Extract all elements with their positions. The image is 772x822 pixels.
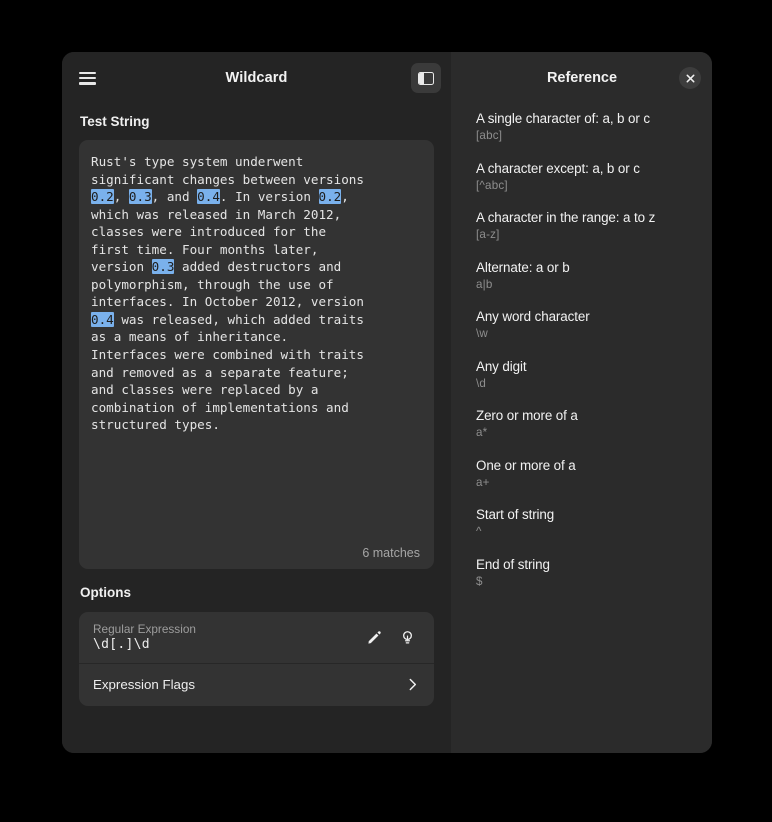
- pencil-icon: [367, 630, 381, 644]
- reference-item-title: Start of string: [476, 507, 555, 522]
- reference-item-syntax: [abc]: [476, 129, 503, 142]
- expression-flags-label: Expression Flags: [93, 677, 195, 692]
- reference-item-title: Any digit: [476, 358, 527, 374]
- options-card: Regular Expression \d[.]\d Expression Fl…: [79, 612, 434, 706]
- reference-item-title: End of string: [476, 556, 550, 572]
- reference-item-title: A single character of: a, b or c: [476, 111, 650, 126]
- reference-item-syntax: a*: [476, 426, 488, 439]
- reference-item-syntax: $: [476, 574, 483, 588]
- reference-item-title: A character in the range: a to z: [476, 210, 656, 225]
- reference-header: Reference: [452, 52, 712, 104]
- reference-item-syntax: \w: [476, 327, 488, 340]
- hamburger-icon: [78, 71, 96, 85]
- page-title: Wildcard: [225, 70, 288, 86]
- main-panel: Wildcard Test String Rust's type system …: [62, 52, 452, 753]
- sidebar-toggle-icon: [418, 71, 434, 85]
- reference-item-syntax: [^abc]: [476, 178, 508, 192]
- reference-panel: Reference A single character of: a, b or…: [452, 52, 712, 753]
- reference-item-syntax: [a-z]: [476, 228, 500, 241]
- sidebar-toggle-button[interactable]: [411, 63, 441, 93]
- reference-item-syntax: \d: [476, 376, 487, 390]
- reference-item-syntax: a+: [476, 475, 490, 489]
- reference-item-title: Zero or more of a: [476, 408, 578, 423]
- regex-match-highlight: 0.3: [128, 189, 152, 205]
- test-string-segment: . In version: [219, 189, 319, 205]
- edit-regex-button[interactable]: [361, 624, 387, 650]
- reference-item[interactable]: A character except: a, b or c [^abc]: [476, 160, 712, 193]
- options-label: Options: [80, 585, 131, 600]
- reference-item-title: Alternate: a or b: [476, 259, 570, 275]
- reference-item[interactable]: Start of string ^: [476, 506, 712, 539]
- regex-field-label: Regular Expression: [93, 622, 196, 636]
- test-string-segment: ,: [113, 189, 129, 205]
- regex-match-highlight: 0.4: [197, 189, 220, 205]
- reference-item-syntax: a|b: [476, 277, 493, 291]
- test-string-input[interactable]: Rust's type system underwent significant…: [91, 153, 424, 434]
- regex-input[interactable]: \d[.]\d: [93, 637, 354, 652]
- menu-button[interactable]: [72, 63, 102, 93]
- regex-match-highlight: 0.4: [91, 311, 114, 327]
- reference-item[interactable]: A single character of: a, b or c [abc]: [476, 110, 712, 143]
- test-string-card[interactable]: Rust's type system underwent significant…: [79, 140, 434, 569]
- reference-item-title: A character except: a, b or c: [476, 160, 640, 176]
- reference-item[interactable]: Any digit \d: [476, 358, 712, 391]
- reference-item[interactable]: Zero or more of a a*: [476, 407, 712, 440]
- reference-item-title: One or more of a: [476, 457, 576, 473]
- reference-list: A single character of: a, b or c [abc] A c…: [452, 104, 712, 589]
- regex-match-highlight: 0.2: [91, 189, 114, 205]
- test-string-segment: Rust's type system underwent significant…: [91, 154, 364, 187]
- regex-hint-button[interactable]: [394, 624, 420, 650]
- reference-item[interactable]: Alternate: a or b a|b: [476, 259, 712, 292]
- reference-item[interactable]: Any word character \w: [476, 308, 712, 341]
- chevron-right-icon: [409, 678, 417, 691]
- reference-item[interactable]: One or more of a a+: [476, 457, 712, 490]
- match-count-label: 6 matches: [362, 546, 420, 560]
- main-header: Wildcard: [62, 52, 451, 104]
- close-icon: [686, 74, 694, 82]
- regex-texts: Regular Expression \d[.]\d: [93, 622, 354, 652]
- expression-flags-row[interactable]: Expression Flags: [79, 664, 434, 706]
- reference-item[interactable]: A character in the range: a to z [a-z]: [476, 209, 712, 242]
- app-window: Wildcard Test String Rust's type system …: [62, 52, 712, 753]
- reference-title: Reference: [546, 70, 618, 86]
- regex-match-highlight: 0.2: [318, 189, 342, 205]
- reference-item-title: Any word character: [476, 309, 590, 324]
- test-string-label: Test String: [80, 114, 150, 129]
- close-reference-button[interactable]: [679, 67, 701, 89]
- regex-match-highlight: 0.3: [151, 259, 175, 275]
- reference-item[interactable]: End of string $: [476, 556, 712, 589]
- lightbulb-icon: [402, 630, 412, 644]
- test-string-segment: was released, which added traits as a me…: [91, 311, 364, 433]
- test-string-segment: , and: [151, 189, 198, 205]
- reference-item-syntax: ^: [476, 525, 482, 538]
- sidebar-toggle-wrap: [411, 63, 441, 93]
- regular-expression-row[interactable]: Regular Expression \d[.]\d: [79, 612, 434, 664]
